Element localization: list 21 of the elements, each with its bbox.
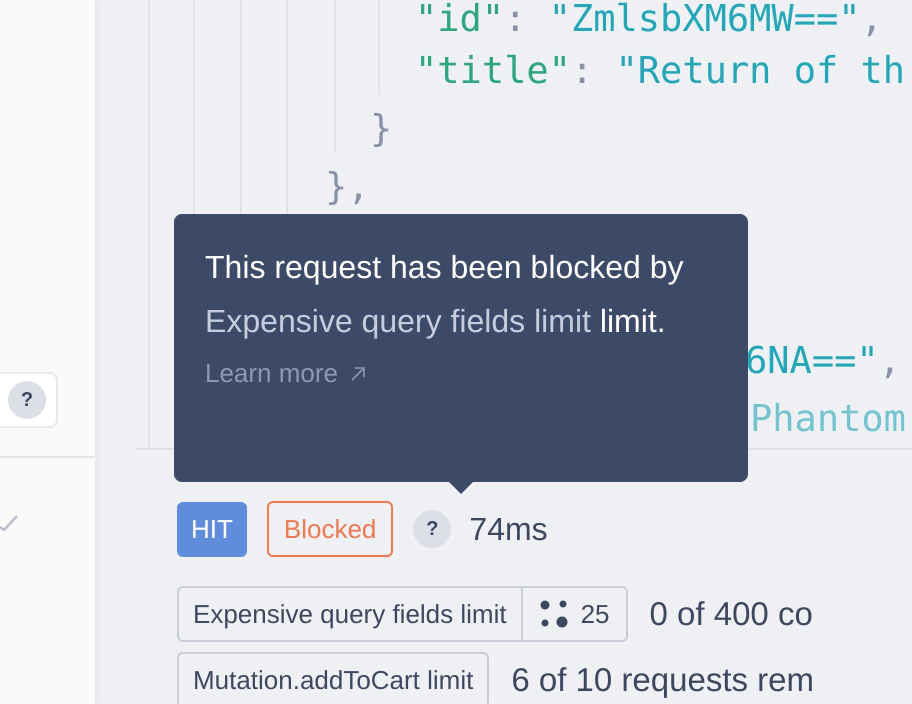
tooltip-message: This request has been blocked by Expensive query fields limit limit.: [205, 248, 685, 341]
dots-icon: [538, 599, 569, 629]
cache-badge: HIT: [177, 502, 247, 556]
response-time: 74ms: [469, 510, 548, 549]
limit-link[interactable]: Expensive query fields limit: [205, 303, 591, 339]
code-line: },: [325, 165, 370, 208]
code-line: 6NA==",: [745, 339, 901, 382]
code-line: "title": "Return of th: [415, 49, 906, 92]
code-line: "id": "ZmlsbXM6MW==",: [415, 0, 883, 40]
limit-name: Expensive query fields limit: [192, 598, 508, 630]
limit-usage: 0 of 400 co: [650, 594, 813, 634]
code-line: Phantom: [750, 397, 906, 440]
limit-usage: 6 of 10 requests rem: [511, 660, 814, 700]
external-link-icon: [350, 366, 366, 382]
cost-value: 25: [580, 598, 610, 630]
help-button[interactable]: ?: [413, 510, 452, 548]
code-line: }: [370, 107, 392, 150]
check-icon: [0, 513, 18, 531]
help-button[interactable]: ?: [0, 372, 58, 428]
limit-name: Mutation.addToCart limit: [192, 664, 474, 696]
status-badge: Blocked: [266, 501, 394, 557]
